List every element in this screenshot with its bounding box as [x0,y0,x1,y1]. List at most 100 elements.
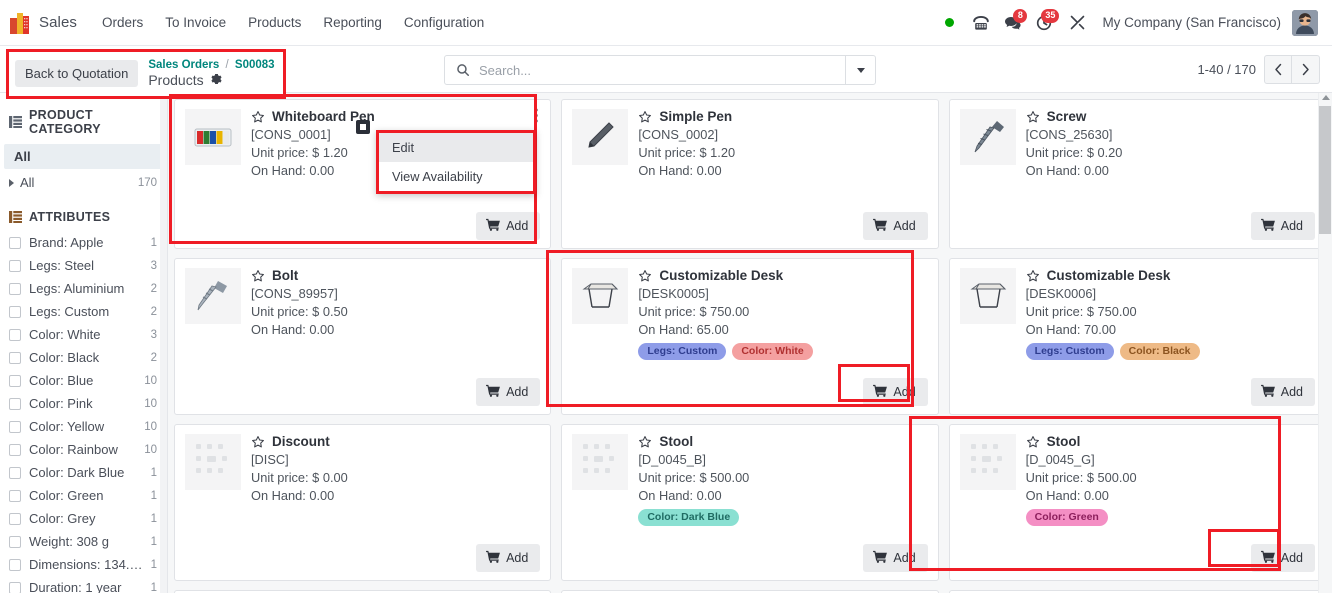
attribute-label: Duration: 1 year [29,580,122,593]
checkbox-icon[interactable] [9,259,21,272]
sidebar-attribute-row[interactable]: Brand: Apple 1 [0,231,167,254]
company-switcher[interactable]: My Company (San Francisco) [1095,15,1288,30]
checkbox-icon[interactable] [9,282,21,295]
add-to-order-button[interactable]: Add [863,378,928,406]
vertical-dots-icon[interactable] [530,106,542,127]
product-on-hand: On Hand: 0.00 [638,163,722,179]
sidebar-attribute-row[interactable]: Legs: Steel 3 [0,254,167,277]
star-icon[interactable] [638,269,652,283]
scroll-up-arrow-icon[interactable] [1322,95,1330,100]
sidebar-category-row-all[interactable]: All 170 [0,171,167,194]
product-card-customizable-desk-0006[interactable]: Customizable Desk [DESK0006] Unit price:… [948,258,1326,415]
app-brand[interactable]: Sales [10,12,77,34]
add-to-order-button[interactable]: Add [1250,212,1315,240]
scrollbar-thumb[interactable] [1319,106,1331,234]
sidebar-attribute-row[interactable]: Color: Blue 10 [0,369,167,392]
breadcrumb: Sales Orders / S00083 Products [148,58,274,90]
star-icon[interactable] [251,269,265,283]
add-to-order-button[interactable]: Add [476,378,541,406]
checkbox-icon[interactable] [9,328,21,341]
checkbox-icon[interactable] [9,558,21,571]
star-icon[interactable] [638,435,652,449]
sidebar-attribute-row[interactable]: Color: Dark Blue 1 [0,461,167,484]
checkbox-icon[interactable] [9,535,21,548]
product-category-title: PRODUCT CATEGORY [29,108,101,136]
sidebar-attribute-row[interactable]: Legs: Custom 2 [0,300,167,323]
add-to-order-button[interactable]: Add [476,544,541,572]
sidebar-attribute-row[interactable]: Color: Rainbow 10 [0,438,167,461]
gear-icon[interactable] [210,73,223,90]
sidebar-attribute-row[interactable]: Color: Pink 10 [0,392,167,415]
product-card-screw[interactable]: Screw [CONS_25630] Unit price: $ 0.20 On… [948,99,1326,249]
back-to-quotation-button[interactable]: Back to Quotation [15,60,139,88]
checkbox-icon[interactable] [9,420,21,433]
star-icon[interactable] [638,110,652,124]
kanban-row: Bolt [CONS_89957] Unit price: $ 0.50 On … [174,258,1326,415]
menu-item-configuration[interactable]: Configuration [393,9,495,36]
product-card-customizable-desk-0005[interactable]: Customizable Desk [DESK0005] Unit price:… [561,258,939,415]
user-avatar[interactable] [1292,9,1318,36]
add-to-order-button[interactable]: Add [863,544,928,572]
star-icon[interactable] [1026,110,1040,124]
kanban-scrollbar[interactable] [1318,93,1332,593]
sidebar-attribute-row[interactable]: Legs: Aluminium 2 [0,277,167,300]
product-card-simple-pen[interactable]: Simple Pen [CONS_0002] Unit price: $ 1.2… [561,99,939,249]
product-card-bolt[interactable]: Bolt [CONS_89957] Unit price: $ 0.50 On … [174,258,552,415]
checkbox-icon[interactable] [9,466,21,479]
context-menu-item-view-availability[interactable]: View Availability [379,162,533,191]
breadcrumb-root-link[interactable]: Sales Orders [148,59,219,71]
green-dot-icon[interactable] [935,9,963,37]
sidebar-attribute-row[interactable]: Weight: 308 g 1 [0,530,167,553]
pager-next-button[interactable] [1292,55,1320,84]
menu-item-to-invoice[interactable]: To Invoice [154,9,237,36]
star-icon[interactable] [251,110,265,124]
chevron-right-icon[interactable] [9,178,14,187]
star-icon[interactable] [251,435,265,449]
checkbox-icon[interactable] [9,351,21,364]
add-to-order-button[interactable]: Add [863,212,928,240]
sidebar-attribute-row[interactable]: Color: Yellow 10 [0,415,167,438]
star-icon[interactable] [1026,435,1040,449]
product-card-discount[interactable]: Discount [DISC] Unit price: $ 0.00 On Ha… [174,424,552,581]
add-to-order-button[interactable]: Add [476,212,541,240]
sidebar-category-all-selected[interactable]: All [4,144,163,169]
checkbox-icon[interactable] [9,305,21,318]
product-on-hand: On Hand: 65.00 [638,322,729,338]
search-bar[interactable] [444,55,876,85]
add-to-order-button[interactable]: Add [1250,378,1315,406]
sidebar-attribute-row[interactable]: Duration: 1 year 1 [0,576,167,593]
context-menu-item-edit[interactable]: Edit [379,133,533,162]
sidebar-attribute-row[interactable]: Color: Green 1 [0,484,167,507]
activities-icon[interactable]: 35 [1031,8,1060,37]
search-dropdown-toggle[interactable] [845,56,875,84]
attribute-count: 10 [144,374,157,387]
systray: 8 35 My Company (San Francisco) [935,8,1324,37]
sidebar-attribute-row[interactable]: Color: Grey 1 [0,507,167,530]
add-to-order-button[interactable]: Add [1250,544,1315,572]
product-card-stool-dark-blue[interactable]: Stool [D_0045_B] Unit price: $ 500.00 On… [561,424,939,581]
wrench-icon[interactable] [1063,9,1091,37]
sidebar-attribute-row[interactable]: Dimensions: 134.7 x ... 1 [0,553,167,576]
checkbox-icon[interactable] [9,581,21,593]
sidebar-attribute-row[interactable]: Color: Black 2 [0,346,167,369]
product-card-stool-green[interactable]: Stool [D_0045_G] Unit price: $ 500.00 On… [948,424,1326,581]
checkbox-icon[interactable] [9,397,21,410]
checkbox-icon[interactable] [9,443,21,456]
star-icon[interactable] [1026,269,1040,283]
sidebar-attribute-row[interactable]: Color: White 3 [0,323,167,346]
menu-item-orders[interactable]: Orders [91,9,154,36]
checkbox-icon[interactable] [9,512,21,525]
search-input[interactable] [479,62,845,78]
messages-icon[interactable]: 8 [999,8,1028,37]
checkbox-icon[interactable] [9,374,21,387]
phone-icon[interactable] [967,9,995,37]
card-context-menu[interactable]: Edit View Availability [376,130,536,194]
pager-previous-button[interactable] [1264,55,1292,84]
breadcrumb-record-link[interactable]: S00083 [235,59,275,71]
sidebar-scrollbar[interactable] [160,93,167,593]
menu-item-reporting[interactable]: Reporting [312,9,393,36]
checkbox-icon[interactable] [9,489,21,502]
menu-item-products[interactable]: Products [237,9,312,36]
attributes-title: ATTRIBUTES [29,210,111,224]
checkbox-icon[interactable] [9,236,21,249]
